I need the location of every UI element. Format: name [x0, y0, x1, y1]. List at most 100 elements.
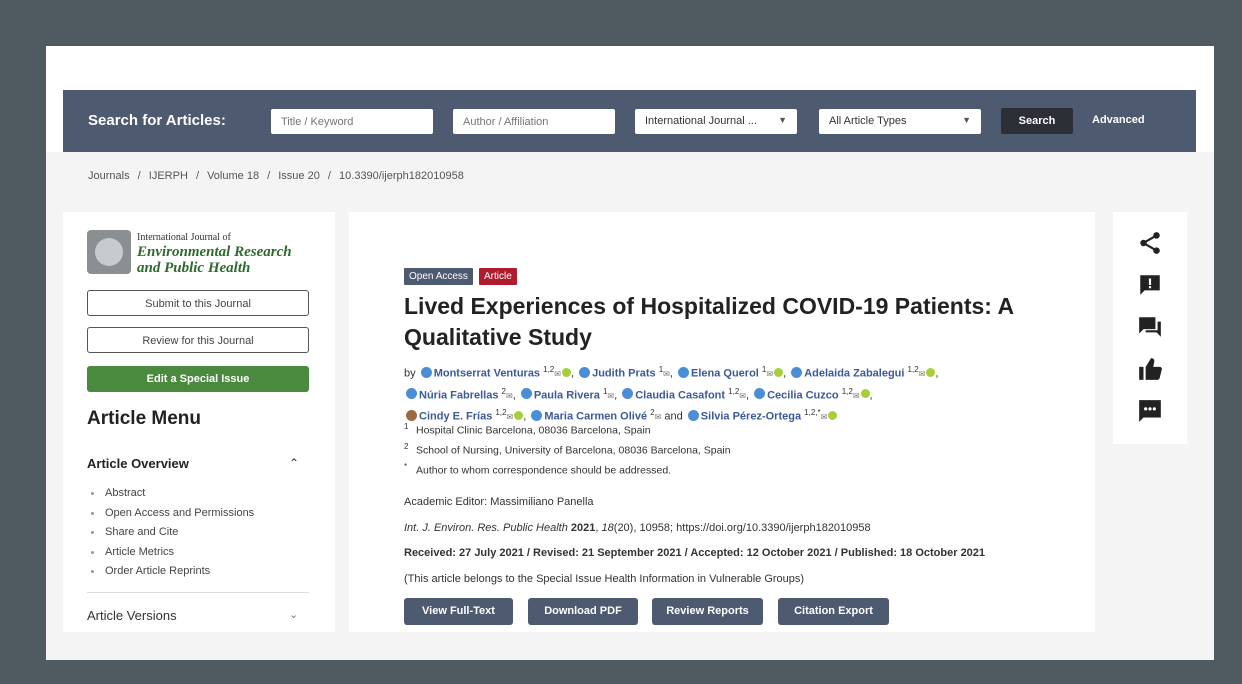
citation-rest[interactable]: (20), 10958; https://doi.org/10.3390/ije…	[614, 522, 871, 534]
affiliation-text: School of Nursing, University of Barcelo…	[416, 444, 731, 457]
author-name[interactable]: Núria Fabrellas	[419, 389, 498, 401]
article-versions-toggle[interactable]: Article Versions	[87, 608, 177, 623]
breadcrumb-separator: /	[327, 170, 331, 182]
author-affiliation: 1,2	[543, 365, 555, 374]
article-menu-heading: Article Menu	[87, 408, 202, 429]
author-name[interactable]: Claudia Casafont	[635, 389, 725, 401]
publication-dates: Received: 27 July 2021 / Revised: 21 Sep…	[404, 547, 986, 559]
article-overview-toggle[interactable]: Article Overview	[87, 456, 189, 471]
author-name[interactable]: Elena Querol	[691, 368, 759, 380]
download-pdf-button[interactable]: Download PDF	[528, 598, 638, 625]
mail-icon[interactable]: ✉	[655, 413, 662, 422]
mail-icon[interactable]: ✉	[919, 370, 926, 379]
person-icon	[687, 409, 699, 421]
affiliation-text: Author to whom correspondence should be …	[416, 464, 672, 477]
orcid-icon[interactable]	[860, 389, 870, 399]
author-name[interactable]: Paula Rivera	[534, 389, 600, 401]
breadcrumb-journal[interactable]: IJERPH	[149, 170, 188, 182]
breadcrumb: Journals / IJERPH / Volume 18 / Issue 20…	[88, 170, 464, 182]
mail-icon[interactable]: ✉	[607, 391, 614, 400]
review-for-journal-button[interactable]: Review for this Journal	[87, 327, 309, 353]
mail-icon[interactable]: ✉	[663, 370, 670, 379]
browser-viewport: Search for Articles: International Journ…	[46, 46, 1214, 660]
mail-icon[interactable]: ✉	[554, 370, 561, 379]
chat-icon[interactable]	[1137, 398, 1163, 424]
breadcrumb-separator: /	[195, 170, 200, 182]
mail-icon[interactable]: ✉	[507, 413, 514, 422]
orcid-icon[interactable]	[926, 367, 936, 377]
chevron-down-icon: ▼	[962, 115, 971, 125]
special-issue-note[interactable]: (This article belongs to the Special Iss…	[404, 573, 804, 585]
overview-item-reprints[interactable]: Order Article Reprints	[87, 565, 254, 585]
citation-year: 2021	[570, 522, 596, 534]
affiliation-corresponding: * Author to whom correspondence should be…	[404, 462, 671, 477]
endorse-icon[interactable]	[1137, 356, 1163, 382]
citation-volume: 18	[601, 522, 614, 534]
chevron-up-icon[interactable]: ⌃	[289, 456, 299, 470]
mail-icon[interactable]: ✉	[821, 413, 828, 422]
search-bar: Search for Articles: International Journ…	[63, 90, 1196, 152]
article-type-badge: Article	[479, 268, 517, 285]
affiliation-number: 1	[404, 422, 409, 431]
title-keyword-input[interactable]	[271, 109, 433, 134]
mail-icon[interactable]: ✉	[739, 391, 746, 400]
journal-select-value: International Journal ...	[645, 115, 757, 127]
author-name[interactable]: Judith Prats	[592, 368, 656, 380]
review-reports-button[interactable]: Review Reports	[652, 598, 763, 625]
orcid-icon[interactable]	[561, 367, 571, 377]
content-area: Journals / IJERPH / Volume 18 / Issue 20…	[46, 152, 1214, 660]
article-type-select[interactable]: All Article Types ▼	[819, 109, 981, 134]
submit-to-journal-button[interactable]: Submit to this Journal	[87, 290, 309, 316]
author-affiliation-input[interactable]	[453, 109, 615, 134]
affiliation-1: 1 Hospital Clinic Barcelona, 08036 Barcel…	[404, 422, 651, 437]
affiliation-number: *	[404, 462, 408, 471]
journal-logo[interactable]: International Journal of Environmental R…	[87, 230, 315, 278]
view-full-text-button[interactable]: View Full-Text	[404, 598, 513, 625]
person-icon	[579, 366, 591, 378]
affiliation-number: 2	[404, 442, 409, 451]
orcid-icon[interactable]	[828, 410, 838, 420]
author-name[interactable]: Silvia Pérez-Ortega	[701, 411, 801, 423]
overview-item-metrics[interactable]: Article Metrics	[87, 546, 254, 566]
author-name[interactable]: Montserrat Venturas	[434, 368, 540, 380]
search-button[interactable]: Search	[1001, 108, 1073, 134]
citation-export-button[interactable]: Citation Export	[778, 598, 889, 625]
author-affiliation: 1,2	[907, 365, 919, 374]
orcid-icon[interactable]	[774, 367, 784, 377]
mail-icon[interactable]: ✉	[506, 391, 513, 400]
author-name[interactable]: Adelaida Zabalegui	[804, 368, 904, 380]
journal-select[interactable]: International Journal ... ▼	[635, 109, 797, 134]
article-overview-list: Abstract Open Access and Permissions Sha…	[87, 487, 254, 585]
author-affiliation: 1,2,*	[804, 408, 821, 418]
open-access-badge: Open Access	[404, 268, 473, 285]
article-type-select-value: All Article Types	[829, 115, 907, 127]
author-photo	[406, 409, 417, 421]
edit-special-issue-button[interactable]: Edit a Special Issue	[87, 366, 309, 392]
sidebar: International Journal of Environmental R…	[63, 212, 335, 632]
overview-item-abstract[interactable]: Abstract	[87, 487, 254, 507]
affiliation-text: Hospital Clinic Barcelona, 08036 Barcelo…	[416, 424, 651, 437]
breadcrumb-issue[interactable]: Issue 20	[278, 170, 320, 182]
overview-item-open-access[interactable]: Open Access and Permissions	[87, 507, 254, 527]
mail-icon[interactable]: ✉	[766, 370, 773, 379]
divider	[87, 592, 309, 593]
breadcrumb-doi: 10.3390/ijerph182010958	[339, 170, 464, 182]
breadcrumb-journals[interactable]: Journals	[88, 170, 130, 182]
report-icon[interactable]	[1137, 272, 1163, 298]
comments-icon[interactable]	[1137, 314, 1163, 340]
article-card: Open Access Article Lived Experiences of…	[349, 212, 1095, 632]
person-icon	[406, 388, 417, 400]
citation-line: Int. J. Environ. Res. Public Health 2021…	[404, 522, 871, 534]
by-label: by	[404, 367, 416, 380]
mail-icon[interactable]: ✉	[853, 391, 860, 400]
breadcrumb-volume[interactable]: Volume 18	[207, 170, 259, 182]
breadcrumb-separator: /	[267, 170, 271, 182]
author-name[interactable]: Cecilia Cuzco	[767, 389, 839, 401]
advanced-search-link[interactable]: Advanced	[1092, 114, 1145, 126]
person-icon	[531, 409, 543, 421]
overview-item-share-cite[interactable]: Share and Cite	[87, 526, 254, 546]
person-icon	[791, 366, 803, 378]
share-icon[interactable]	[1137, 230, 1163, 256]
chevron-down-icon[interactable]: ⌄	[289, 608, 298, 621]
orcid-icon[interactable]	[514, 410, 524, 420]
